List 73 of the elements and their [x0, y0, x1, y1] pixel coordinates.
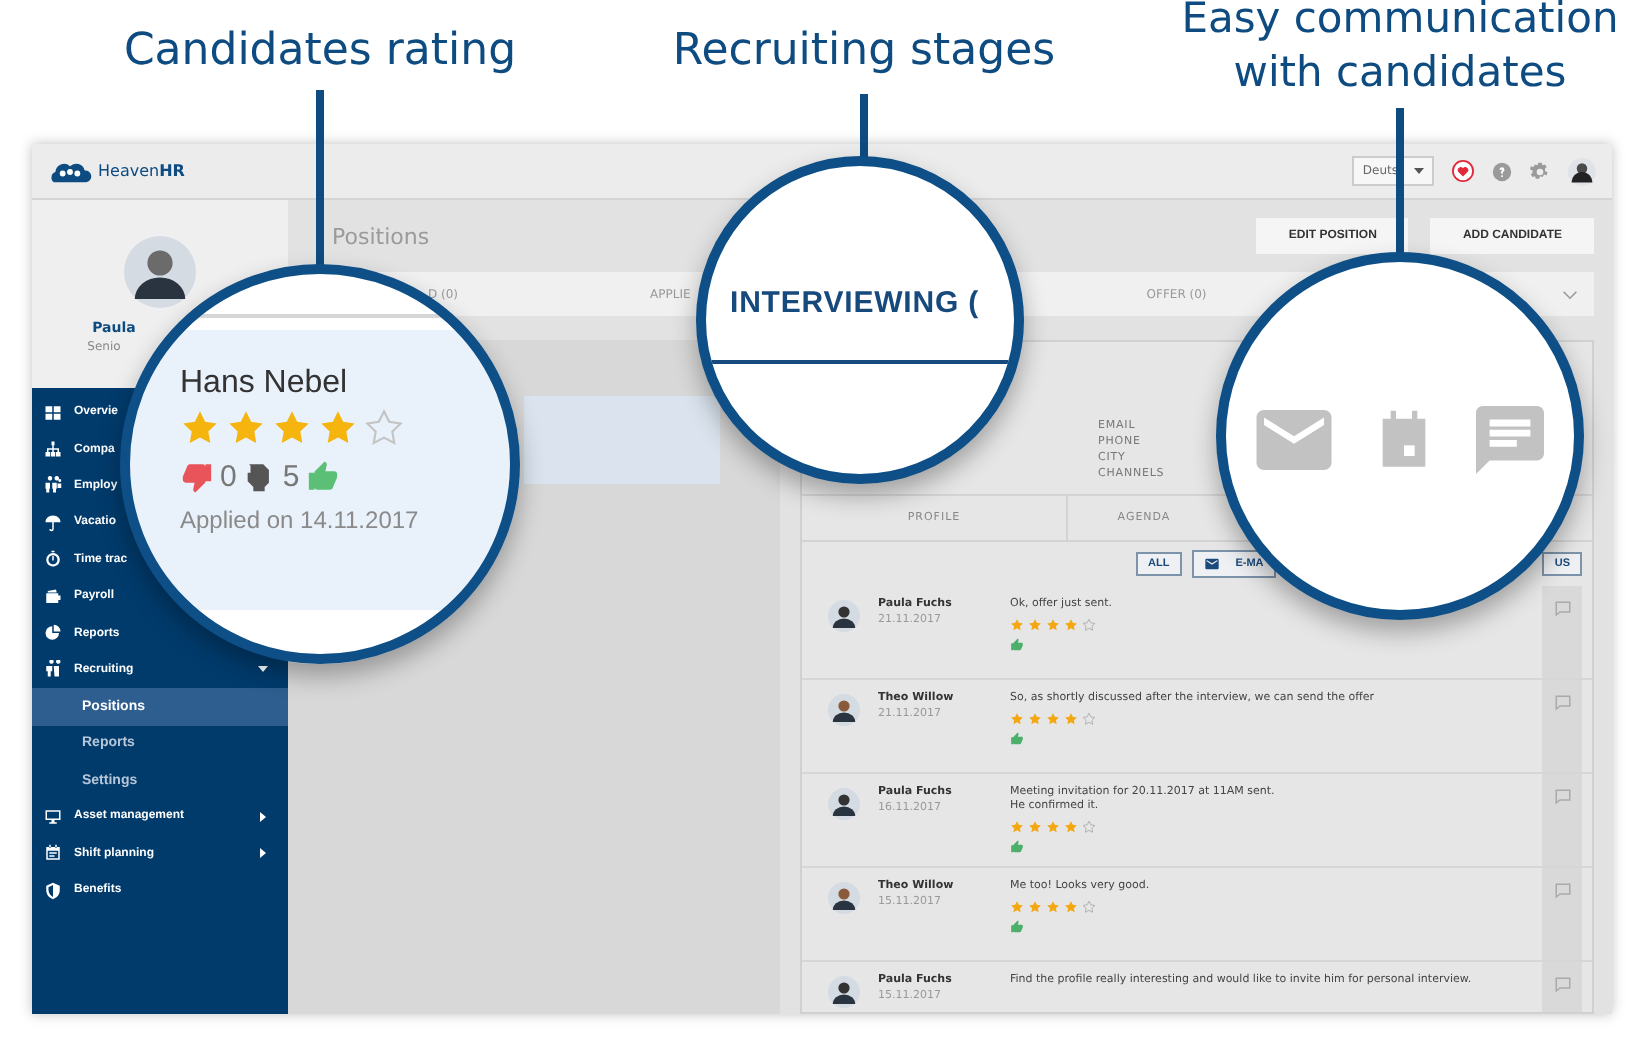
grid-icon [44, 403, 62, 422]
settings-icon[interactable] [1530, 161, 1550, 181]
stage-tab[interactable]: INTERVIEWING ( [706, 286, 1014, 364]
star-icon [1028, 618, 1042, 632]
star-icon [1064, 820, 1078, 834]
comment-icon[interactable] [1553, 976, 1571, 994]
star-icon [1082, 820, 1096, 834]
candidate-name: Hans Nebel [180, 366, 348, 402]
callout-heading: Candidates rating [121, 24, 519, 80]
thumbs-up-icon [305, 460, 340, 494]
chevron-down-icon[interactable] [1562, 289, 1578, 299]
candidate-row-highlight[interactable] [524, 396, 720, 484]
star-icon [1010, 618, 1024, 632]
thumbs-down-icon [180, 460, 214, 494]
star-icon [1010, 900, 1024, 914]
shield-icon [44, 881, 62, 900]
comment-icon[interactable] [1553, 694, 1571, 712]
avatar-silhouette [124, 235, 196, 307]
chat-icon[interactable] [1476, 406, 1544, 474]
thumbs-up-icon [1010, 840, 1024, 854]
star-icon [1046, 712, 1060, 726]
help-icon[interactable] [1492, 161, 1512, 181]
star-icon [1046, 618, 1060, 632]
star-icon [1064, 618, 1078, 632]
star-icon [272, 408, 312, 448]
cloud-people-icon [48, 159, 92, 183]
comment-icon[interactable] [1553, 600, 1571, 618]
star-icon [1064, 900, 1078, 914]
thumbs-up-icon [1010, 638, 1024, 652]
applied-date: Applied on 14.11.2017 [180, 506, 419, 534]
monitor-icon [44, 807, 62, 826]
star-icon [1082, 618, 1096, 632]
pie-chart-icon [44, 624, 62, 643]
star-icon [1064, 712, 1078, 726]
star-icon [1028, 712, 1042, 726]
star-icon [180, 408, 220, 448]
thumbs-up-icon [1010, 732, 1024, 746]
star-icon [1010, 712, 1024, 726]
thumbs-up-icon [1010, 920, 1024, 934]
callout-heading: Recruiting stages [670, 24, 1058, 80]
avatar-silhouette [828, 976, 860, 1008]
avatar-icon[interactable] [1568, 157, 1596, 185]
callout-heading: Easy communication with candidates [1179, 0, 1621, 100]
star-icon [226, 408, 266, 448]
caret-icon [1414, 168, 1424, 174]
dislike-count: 0 [220, 460, 237, 494]
star-icon [1082, 900, 1096, 914]
star-icon [1082, 712, 1096, 726]
umbrella-icon [44, 513, 62, 532]
avatar-silhouette [828, 788, 860, 820]
calendar-icon [44, 844, 62, 863]
avatar-silhouette [828, 694, 860, 726]
star-icon [1046, 900, 1060, 914]
comment-icon[interactable] [1553, 788, 1571, 806]
star-icon [364, 408, 404, 448]
people-icon [44, 660, 62, 679]
star-icon [1028, 900, 1042, 914]
avatar-silhouette [828, 600, 860, 632]
mail-icon[interactable] [1256, 410, 1332, 470]
star-icon [1010, 820, 1024, 834]
avatar-silhouette [828, 882, 860, 914]
page-title: Positions [332, 223, 430, 249]
brand-name[interactable]: HeavenHR [98, 162, 185, 180]
wallet-icon [44, 587, 62, 606]
mail-icon [1203, 556, 1220, 572]
people-icon [44, 476, 62, 495]
neutral-count: 5 [282, 460, 300, 494]
stopwatch-icon [44, 550, 62, 569]
star-icon [1046, 820, 1060, 834]
star-icon [318, 408, 358, 448]
org-chart-icon [44, 440, 62, 459]
star-icon [1028, 820, 1042, 834]
comment-icon[interactable] [1553, 882, 1571, 900]
